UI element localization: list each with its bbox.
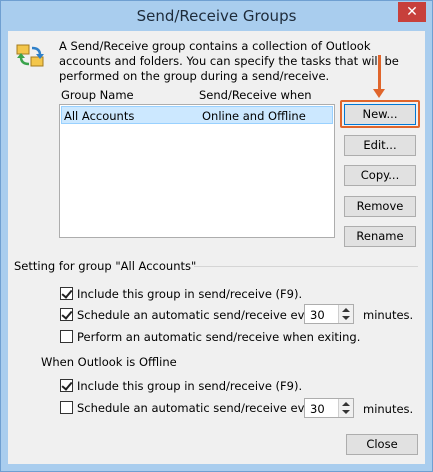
- dialog-title: Send/Receive Groups: [136, 7, 297, 25]
- copy-button[interactable]: Copy...: [344, 165, 416, 186]
- list-body[interactable]: All Accounts Online and Offline: [59, 104, 335, 238]
- stepper-up-icon[interactable]: [342, 402, 350, 406]
- edit-button[interactable]: Edit...: [344, 135, 416, 156]
- schedule-offline-unit: minutes.: [363, 402, 414, 416]
- schedule-online-checkbox[interactable]: [60, 308, 73, 321]
- schedule-online-unit: minutes.: [363, 308, 414, 322]
- schedule-offline-minutes-stepper[interactable]: 30: [304, 398, 354, 418]
- annotation-arrow-shaft: [378, 55, 381, 93]
- dialog-body: A Send/Receive group contains a collecti…: [8, 31, 425, 464]
- column-group-name[interactable]: Group Name: [61, 88, 134, 102]
- close-button[interactable]: Close: [346, 434, 418, 455]
- rename-button[interactable]: Rename: [344, 226, 416, 247]
- include-group-checkbox[interactable]: [60, 287, 73, 300]
- remove-button[interactable]: Remove: [344, 196, 416, 217]
- include-group-label: Include this group in send/receive (F9).: [77, 287, 303, 301]
- list-header: Group Name Send/Receive when: [59, 86, 335, 103]
- schedule-online-label: Schedule an automatic send/receive every: [77, 308, 324, 322]
- schedule-offline-minutes-value[interactable]: 30: [310, 402, 325, 416]
- offline-include-label: Include this group in send/receive (F9).: [77, 379, 303, 393]
- settings-group-label: Setting for group "All Accounts": [14, 259, 197, 273]
- offline-group-label: When Outlook is Offline: [41, 355, 177, 369]
- group-name-cell: All Accounts: [64, 109, 135, 123]
- list-item[interactable]: All Accounts Online and Offline: [61, 106, 333, 124]
- stepper-down-icon[interactable]: [342, 410, 350, 414]
- close-icon[interactable]: ✕: [398, 2, 426, 22]
- stepper-buttons[interactable]: [338, 399, 353, 417]
- sync-accounts-icon: [16, 44, 44, 67]
- schedule-online-minutes-stepper[interactable]: 30: [304, 304, 354, 324]
- title-bar: Send/Receive Groups ✕: [1, 1, 432, 31]
- offline-include-checkbox[interactable]: [60, 379, 73, 392]
- stepper-up-icon[interactable]: [342, 308, 350, 312]
- stepper-buttons[interactable]: [338, 305, 353, 323]
- schedule-offline-label: Schedule an automatic send/receive every: [77, 401, 324, 415]
- description-text: A Send/Receive group contains a collecti…: [59, 39, 399, 83]
- send-on-exit-checkbox[interactable]: [60, 330, 73, 343]
- new-button[interactable]: New...: [344, 104, 416, 125]
- groups-list[interactable]: Group Name Send/Receive when All Account…: [59, 86, 335, 238]
- settings-group-divider: [194, 266, 418, 267]
- send-on-exit-label: Perform an automatic send/receive when e…: [77, 330, 361, 344]
- stepper-down-icon[interactable]: [342, 316, 350, 320]
- schedule-online-minutes-value[interactable]: 30: [310, 308, 325, 322]
- send-receive-groups-dialog: Send/Receive Groups ✕ A Send/Receive gro…: [0, 0, 433, 472]
- annotation-arrow-head: [373, 89, 385, 98]
- send-receive-when-cell: Online and Offline: [202, 109, 306, 123]
- column-send-receive-when[interactable]: Send/Receive when: [199, 88, 312, 102]
- schedule-offline-checkbox[interactable]: [60, 401, 73, 414]
